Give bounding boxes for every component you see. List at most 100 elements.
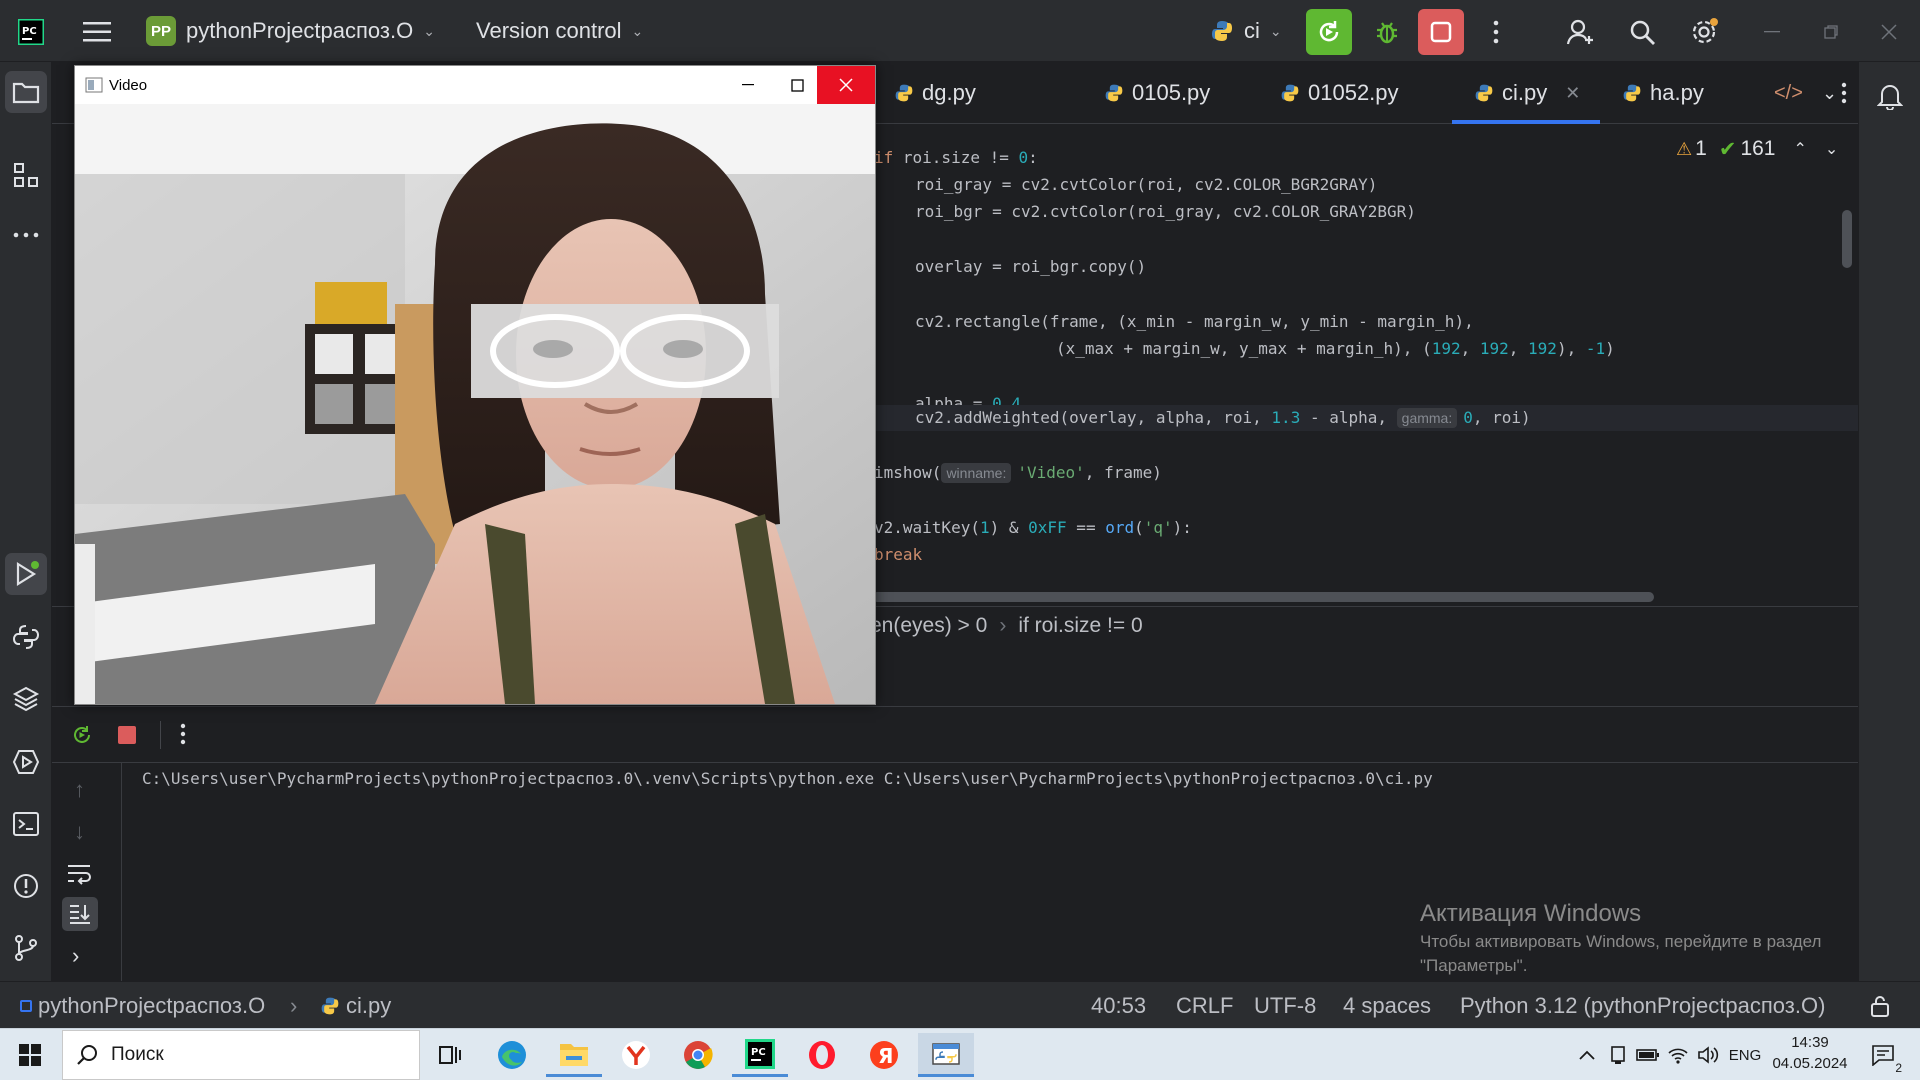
- python-file-icon: [1281, 84, 1299, 102]
- vcs-label: Version control: [476, 18, 622, 43]
- pycharm-logo-icon[interactable]: PC: [8, 9, 54, 55]
- notifications-center-icon[interactable]: 2: [1858, 1033, 1908, 1077]
- window-restore-button[interactable]: [1808, 9, 1854, 55]
- debug-button[interactable]: [1364, 9, 1410, 55]
- console-output[interactable]: C:\Users\user\PycharmProjects\pythonProj…: [142, 769, 1433, 788]
- git-tool-button[interactable]: [5, 927, 47, 969]
- folder-icon: [12, 82, 40, 104]
- chrome-browser-icon[interactable]: [670, 1033, 726, 1077]
- problems-tool-button[interactable]: [5, 865, 47, 907]
- html-code-icon[interactable]: </>: [1774, 62, 1803, 124]
- main-menu-icon[interactable]: [74, 9, 120, 55]
- code-line[interactable]: roi_bgr = cv2.cvtColor(roi_gray, cv2.COL…: [915, 198, 1416, 225]
- status-line-separator[interactable]: CRLF: [1176, 982, 1233, 1029]
- code-line[interactable]: cv2.rectangle(frame, (x_min - margin_w, …: [915, 308, 1474, 335]
- bug-icon: [1377, 22, 1397, 44]
- project-selector[interactable]: PP pythonProjectраспоз.О ⌄: [146, 0, 435, 62]
- stop-icon[interactable]: [116, 724, 138, 746]
- horizontal-scrollbar-thumb[interactable]: [872, 592, 1654, 602]
- soft-wrap-icon[interactable]: [66, 863, 92, 885]
- tab-ci-py[interactable]: ci.py ✕: [1474, 62, 1580, 124]
- more-tools-icon[interactable]: [5, 214, 47, 256]
- status-indent[interactable]: 4 spaces: [1343, 982, 1431, 1029]
- expand-chevron-icon[interactable]: ›: [72, 943, 79, 969]
- check-count: 161: [1740, 137, 1776, 160]
- task-view-icon[interactable]: [422, 1033, 478, 1077]
- add-user-icon[interactable]: [1557, 9, 1603, 55]
- video-window-titlebar[interactable]: Video: [75, 66, 875, 104]
- yandex-browser-icon[interactable]: [608, 1033, 664, 1077]
- tabs-more-icon[interactable]: [1824, 70, 1864, 116]
- code-line[interactable]: roi_gray = cv2.cvtColor(roi, cv2.COLOR_B…: [915, 171, 1377, 198]
- run-config-selector[interactable]: ci ⌄: [1210, 0, 1282, 62]
- prev-highlight-icon[interactable]: ⌃: [1793, 139, 1806, 159]
- parameter-hint: gamma:: [1396, 408, 1458, 428]
- python-file-icon: [1475, 84, 1493, 102]
- project-tool-button[interactable]: [5, 71, 47, 113]
- code-line[interactable]: imshow(winname: 'Video', frame): [874, 459, 1162, 486]
- yandex-icon[interactable]: Я: [856, 1033, 912, 1077]
- scroll-to-end-icon[interactable]: [62, 897, 98, 931]
- python-window-icon[interactable]: [918, 1033, 974, 1077]
- video-close-button[interactable]: [817, 66, 875, 104]
- vcs-selector[interactable]: Version control ⌄: [476, 0, 643, 62]
- code-line[interactable]: v2.waitKey(1) & 0xFF == ord('q'):: [874, 514, 1192, 541]
- run-more-icon[interactable]: [180, 723, 186, 745]
- rerun-icon[interactable]: [70, 723, 94, 747]
- code-line-current[interactable]: cv2.addWeighted(overlay, alpha, roi, 1.3…: [915, 404, 1531, 431]
- windows-start-icon[interactable]: [2, 1033, 58, 1077]
- pycharm-taskbar-icon[interactable]: PC: [732, 1033, 788, 1077]
- tab-label: 0105.py: [1132, 80, 1211, 105]
- status-project[interactable]: pythonProjectраспоз.О: [20, 982, 265, 1029]
- code-line[interactable]: overlay = roi_bgr.copy(): [915, 253, 1146, 280]
- tab-ha-py[interactable]: ha.py: [1622, 62, 1704, 124]
- video-window[interactable]: Video: [74, 65, 876, 705]
- tab-close-icon[interactable]: ✕: [1565, 83, 1580, 104]
- scroll-down-icon[interactable]: ↓: [74, 819, 85, 845]
- services-tool-button[interactable]: [5, 741, 47, 783]
- python-packages-button[interactable]: [5, 616, 47, 658]
- code-line[interactable]: if roi.size != 0:: [874, 144, 1038, 171]
- taskbar-search-box[interactable]: Поиск: [62, 1030, 420, 1080]
- status-interpreter[interactable]: Python 3.12 (pythonProjectраспоз.O): [1460, 982, 1825, 1029]
- tab-label: 01052.py: [1308, 80, 1399, 105]
- code-line[interactable]: break: [874, 541, 922, 568]
- status-encoding[interactable]: UTF-8: [1254, 982, 1316, 1029]
- warning-icon: ⚠: [1676, 138, 1693, 159]
- run-tool-button[interactable]: [5, 553, 47, 595]
- settings-gear-icon[interactable]: [1681, 9, 1727, 55]
- input-language[interactable]: ENG: [1722, 1033, 1768, 1077]
- terminal-tool-button[interactable]: [5, 803, 47, 845]
- file-explorer-icon[interactable]: [546, 1033, 602, 1077]
- activation-line2: "Параметры".: [1420, 956, 1528, 975]
- video-minimize-button[interactable]: [719, 66, 777, 104]
- breadcrumb-item[interactable]: if roi.size != 0: [1018, 614, 1142, 638]
- video-maximize-button[interactable]: [777, 66, 817, 104]
- stop-button[interactable]: [1418, 9, 1464, 55]
- rerun-button[interactable]: [1306, 9, 1352, 55]
- scroll-up-icon[interactable]: ↑: [74, 777, 85, 803]
- tab-01052-py[interactable]: 01052.py: [1280, 62, 1399, 124]
- opera-browser-icon[interactable]: [794, 1033, 850, 1077]
- structure-tool-button[interactable]: [5, 154, 47, 196]
- inspections-widget[interactable]: ⚠ 1 ✔ 161 ⌃ ⌄: [1676, 136, 1838, 162]
- window-close-button[interactable]: [1866, 9, 1912, 55]
- stop-icon: [1430, 21, 1452, 43]
- breadcrumb-item[interactable]: en(eyes) > 0: [870, 614, 987, 638]
- notifications-bell-icon[interactable]: [1869, 75, 1911, 117]
- code-line[interactable]: (x_max + margin_w, y_max + margin_h), (1…: [1056, 335, 1615, 362]
- services-icon: [12, 750, 40, 774]
- next-highlight-icon[interactable]: ⌄: [1825, 139, 1838, 159]
- layers-tool-button[interactable]: [5, 678, 47, 720]
- more-actions-icon[interactable]: [1473, 9, 1519, 55]
- vertical-scrollbar-thumb[interactable]: [1842, 210, 1852, 268]
- status-caret-position[interactable]: 40:53: [1091, 982, 1146, 1029]
- edge-browser-icon[interactable]: [484, 1033, 540, 1077]
- search-icon[interactable]: [1619, 9, 1665, 55]
- tab-dg-py[interactable]: dg.py: [894, 62, 976, 124]
- lock-icon[interactable]: [1870, 982, 1890, 1029]
- tab-0105-py[interactable]: 0105.py: [1104, 62, 1210, 124]
- status-file[interactable]: ci.py: [320, 982, 391, 1029]
- window-minimize-button[interactable]: [1749, 9, 1795, 55]
- clock[interactable]: 14:39 04.05.2024: [1770, 1033, 1850, 1077]
